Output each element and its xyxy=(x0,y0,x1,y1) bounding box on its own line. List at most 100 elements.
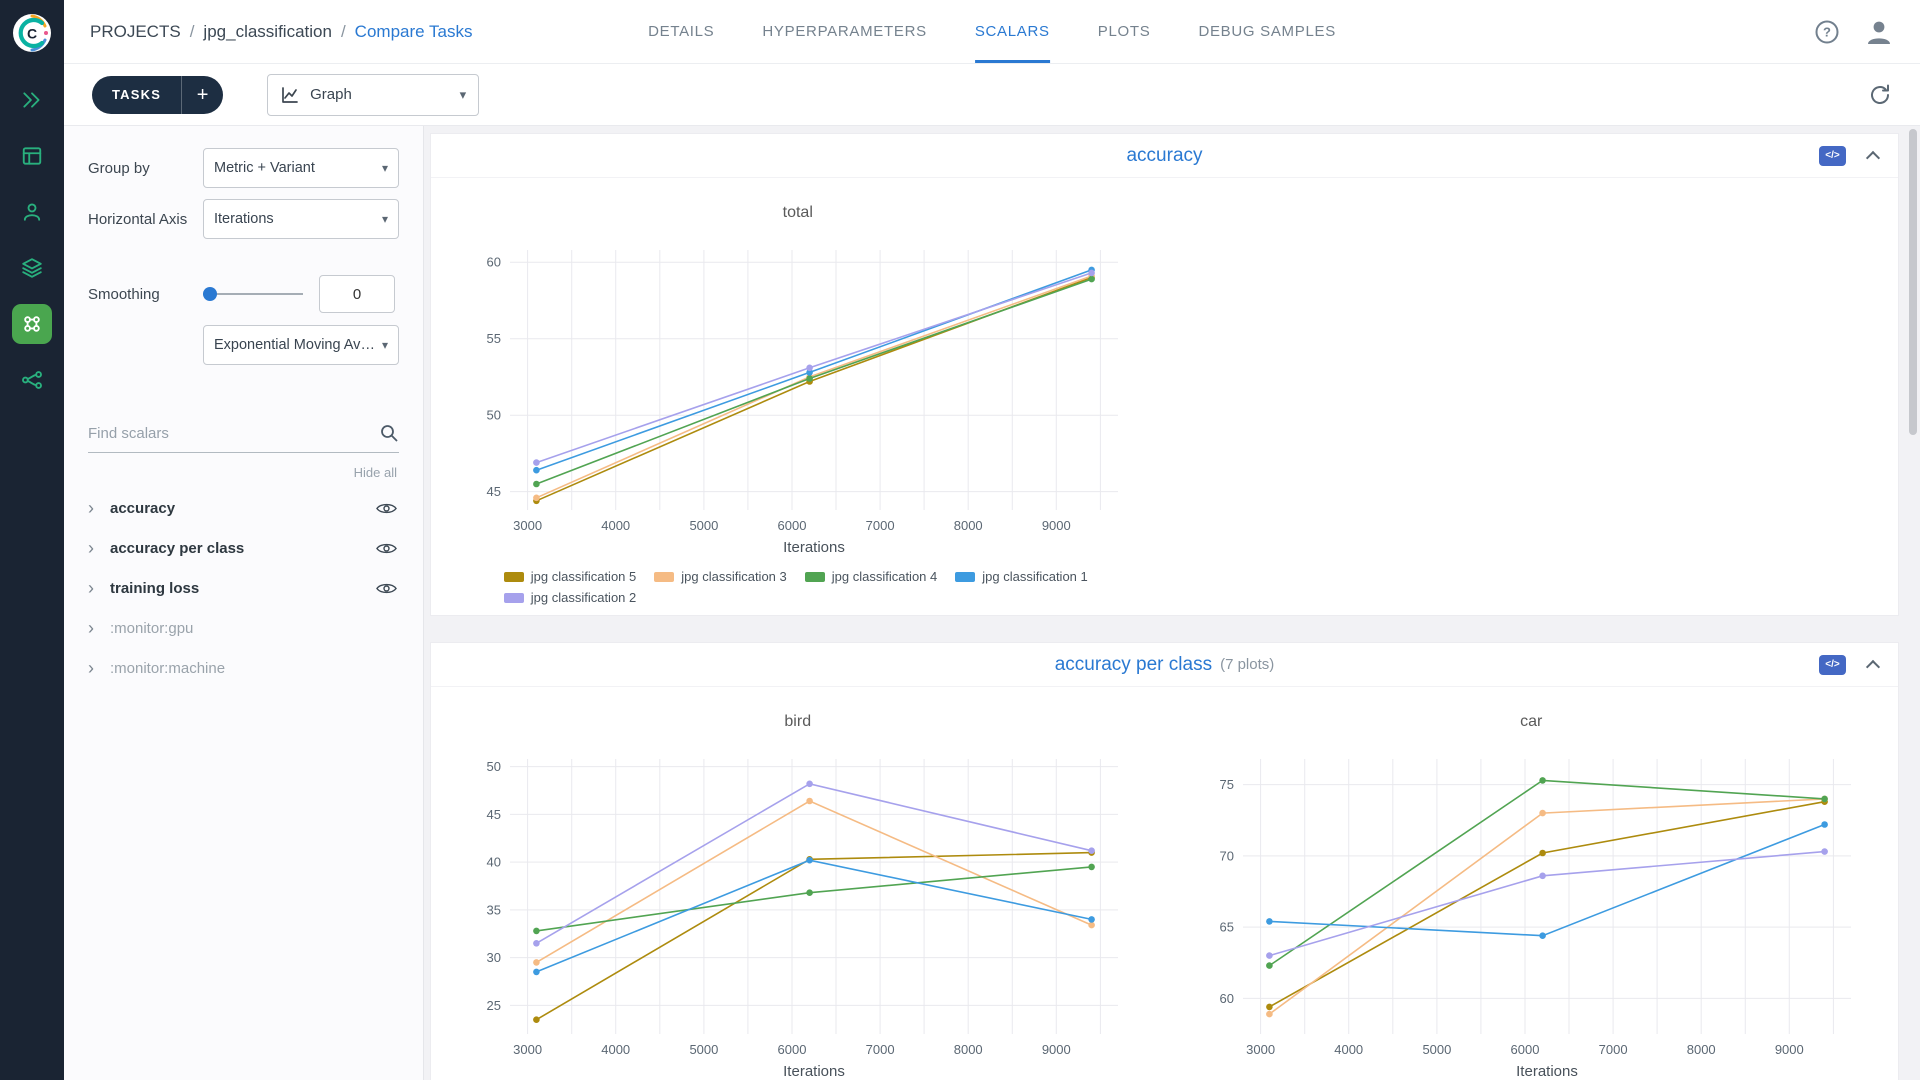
search-icon xyxy=(381,425,398,442)
breadcrumb-projects[interactable]: PROJECTS xyxy=(90,22,181,42)
svg-text:50: 50 xyxy=(486,408,500,423)
tab-hyperparameters[interactable]: HYPERPARAMETERS xyxy=(762,0,926,63)
tab-details[interactable]: DETAILS xyxy=(648,0,714,63)
chevron-right-icon: › xyxy=(88,658,94,678)
view-mode-select[interactable]: Graph ▾ xyxy=(267,73,480,116)
scalar-item-accuracy[interactable]: › accuracy xyxy=(88,488,399,528)
nav-pipelines[interactable] xyxy=(12,360,52,400)
chevron-down-icon: ▾ xyxy=(381,338,388,352)
tasks-button-group: TASKS + xyxy=(92,75,224,114)
tab-debug-samples[interactable]: DEBUG SAMPLES xyxy=(1198,0,1335,63)
smoothing-slider[interactable] xyxy=(203,287,303,301)
group-by-select[interactable]: Metric + Variant ▾ xyxy=(203,148,399,188)
legend-swatch xyxy=(654,571,675,582)
svg-text:Iterations: Iterations xyxy=(1516,1063,1578,1080)
tab-scalars[interactable]: SCALARS xyxy=(974,0,1050,63)
scrollbar-thumb[interactable] xyxy=(1909,129,1917,435)
scalar-item-monitor-gpu[interactable]: › :monitor:gpu xyxy=(88,608,399,648)
vertical-scrollbar[interactable] xyxy=(1907,126,1920,1080)
refresh-button[interactable] xyxy=(1868,83,1892,107)
scalar-item-accuracy-per-class[interactable]: › accuracy per class xyxy=(88,528,399,568)
section-title: accuracy per class xyxy=(1054,653,1213,675)
breadcrumb-separator: / xyxy=(340,21,346,41)
svg-text:45: 45 xyxy=(486,807,500,822)
line-chart-total[interactable]: total 45 50 55 60 3000 4000 5000 6000 7000 8000 900… xyxy=(458,204,1138,605)
svg-text:75: 75 xyxy=(1220,777,1234,792)
svg-text:55: 55 xyxy=(486,331,500,346)
svg-text:5000: 5000 xyxy=(1423,1042,1452,1057)
nav-workers-queues[interactable] xyxy=(12,192,52,232)
scalar-list: › accuracy › accuracy per class › traini… xyxy=(88,488,399,688)
section-accuracy-per-class-header: accuracy per class (7 plots) </> xyxy=(431,643,1898,687)
embed-code-button[interactable]: </> xyxy=(1819,654,1846,675)
smoothing-type-select[interactable]: Exponential Moving Average ▾ xyxy=(203,325,399,365)
scalar-item-monitor-machine[interactable]: › :monitor:machine xyxy=(88,648,399,688)
svg-text:6000: 6000 xyxy=(777,518,806,533)
eye-icon xyxy=(376,583,397,593)
legend-item[interactable]: jpg classification 1 xyxy=(955,569,1088,584)
svg-text:C: C xyxy=(27,26,37,42)
clearml-logo[interactable]: C xyxy=(12,13,52,53)
breadcrumb-project[interactable]: jpg_classification xyxy=(203,22,332,42)
chart-cell-car: car 60 65 70 75 3000 4000 5000 6000 7000 8000 9000 I… xyxy=(1165,687,1899,1080)
compare-tabs: DETAILS HYPERPARAMETERS SCALARS PLOTS DE… xyxy=(648,0,1336,63)
slider-thumb[interactable] xyxy=(203,287,217,301)
smoothing-type-row: Exponential Moving Average ▾ xyxy=(203,325,399,365)
nav-datasets[interactable] xyxy=(12,248,52,288)
tab-plots[interactable]: PLOTS xyxy=(1098,0,1151,63)
svg-text:60: 60 xyxy=(1220,991,1234,1006)
experiments-icon xyxy=(24,316,40,332)
add-task-button[interactable]: + xyxy=(181,75,223,114)
svg-text:4000: 4000 xyxy=(1334,1042,1363,1057)
chart-plot-svg[interactable]: 60 65 70 75 3000 4000 5000 6000 7000 8000 9000 Iter… xyxy=(1191,749,1871,1080)
collapse-section-button[interactable] xyxy=(1864,145,1882,167)
section-accuracy-header: accuracy </> xyxy=(431,134,1898,178)
scalar-item-label: :monitor:gpu xyxy=(110,619,194,637)
nav-projects-active[interactable] xyxy=(12,304,52,344)
nav-dashboard[interactable] xyxy=(12,136,52,176)
nav-getting-started[interactable] xyxy=(12,80,52,120)
chart-plot-svg[interactable]: 25 30 35 40 45 50 3000 4000 5000 6000 7000 8000 9000… xyxy=(458,749,1138,1080)
section-plot-count: (7 plots) xyxy=(1220,656,1275,673)
group-by-label: Group by xyxy=(88,159,150,177)
embed-code-button[interactable]: </> xyxy=(1819,145,1846,166)
legend-item[interactable]: jpg classification 3 xyxy=(654,569,787,584)
legend-item[interactable]: jpg classification 2 xyxy=(503,590,636,605)
svg-text:4000: 4000 xyxy=(601,518,630,533)
legend-label: jpg classification 1 xyxy=(982,569,1088,584)
scalars-control-panel: Group by Metric + Variant ▾ Horizontal A… xyxy=(64,126,424,1080)
line-chart-icon xyxy=(282,86,298,103)
collapse-section-button[interactable] xyxy=(1864,654,1882,676)
help-button[interactable]: ? xyxy=(1814,19,1840,45)
svg-text:5000: 5000 xyxy=(689,1042,718,1057)
avatar-icon xyxy=(1868,21,1890,44)
search-input[interactable] xyxy=(88,424,379,442)
hide-all-link[interactable]: Hide all xyxy=(90,465,397,480)
legend-item[interactable]: jpg classification 4 xyxy=(804,569,938,584)
charts-area: accuracy </> total 45 50 55 60 3000 4000… xyxy=(424,126,1907,1080)
legend-label: jpg classification 3 xyxy=(681,569,787,584)
svg-text:7000: 7000 xyxy=(865,518,894,533)
visibility-toggle[interactable] xyxy=(374,539,399,558)
visibility-toggle[interactable] xyxy=(374,499,399,518)
line-chart-bird[interactable]: bird 25 30 35 40 45 50 3000 4000 5000 6000 7000 8000… xyxy=(458,713,1138,1080)
legend-label: jpg classification 4 xyxy=(831,569,938,584)
find-scalars-row xyxy=(88,423,399,453)
visibility-toggle[interactable] xyxy=(374,579,399,598)
scalar-item-label: accuracy xyxy=(110,499,176,517)
help-icon: ? xyxy=(1815,20,1839,43)
svg-text:Iterations: Iterations xyxy=(783,539,845,556)
scalar-item-training-loss[interactable]: › training loss xyxy=(88,568,399,608)
section-actions: </> xyxy=(1819,134,1882,177)
tasks-button[interactable]: TASKS xyxy=(92,76,181,114)
smoothing-value-input[interactable] xyxy=(319,275,395,313)
smoothing-type-value: Exponential Moving Average xyxy=(214,337,376,353)
svg-text:?: ? xyxy=(1823,24,1831,39)
profile-button[interactable] xyxy=(1864,17,1894,47)
chart-plot-svg[interactable]: 45 50 55 60 3000 4000 5000 6000 7000 8000 9000 Iter… xyxy=(458,240,1138,562)
smoothing-label: Smoothing xyxy=(88,285,160,303)
eye-icon xyxy=(376,543,397,553)
legend-item[interactable]: jpg classification 5 xyxy=(503,569,636,584)
line-chart-car[interactable]: car 60 65 70 75 3000 4000 5000 6000 7000 8000 9000 I… xyxy=(1191,713,1871,1080)
horizontal-axis-select[interactable]: Iterations ▾ xyxy=(203,199,399,239)
